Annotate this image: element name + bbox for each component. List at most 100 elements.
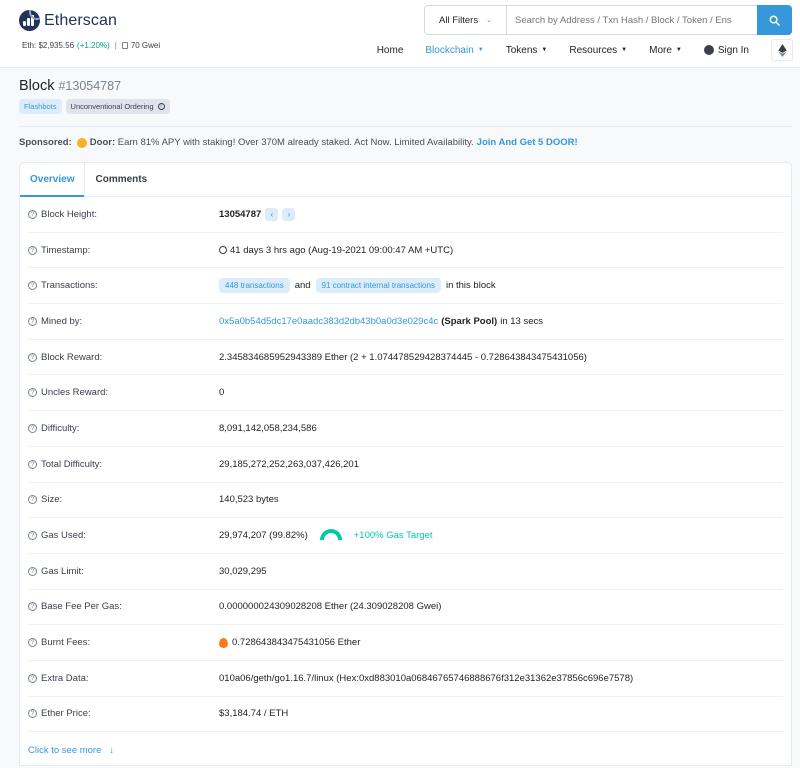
brand-name: Etherscan [44, 11, 117, 29]
tag-unconventional-ordering[interactable]: Unconventional Ordering i [65, 99, 170, 114]
user-circle-icon [703, 45, 714, 55]
row-ether-price: ? Ether Price: $3,184.74 / ETH [28, 697, 783, 733]
search-icon [769, 15, 780, 26]
fire-icon [219, 637, 228, 648]
row-uncles-reward: ? Uncles Reward: 0 [28, 375, 783, 412]
nav-tokens[interactable]: Tokens ▼ [506, 45, 548, 56]
overview-rows: ? Block Height: 13054787 ‹ › ? Timestamp: … [20, 197, 791, 768]
etherscan-logo-icon [19, 10, 40, 31]
info-icon: i [157, 103, 165, 110]
sponsored-text: Earn 81% APY with staking! Over 370M alr… [117, 137, 474, 148]
block-reward-value: 2.345834685952943389 Ether (2 + 1.074478… [219, 351, 587, 363]
row-total-difficulty: ? Total Difficulty: 29,185,272,252,263,03… [28, 447, 783, 483]
chevron-down-icon: ▼ [477, 47, 484, 53]
help-icon[interactable]: ? [28, 459, 37, 469]
size-value: 140,523 bytes [219, 494, 279, 506]
block-tags: Flashbots Unconventional Ordering i [19, 99, 174, 114]
chevron-right-icon: › [287, 209, 291, 219]
help-icon[interactable]: ? [28, 388, 37, 398]
block-number: #13054787 [58, 79, 122, 93]
help-icon[interactable]: ? [28, 531, 37, 541]
search-input[interactable] [507, 6, 757, 34]
nav-home[interactable]: Home [377, 45, 404, 56]
help-icon[interactable]: ? [28, 495, 37, 505]
burnt-fees-value: 0.728643843475431056 Ether [232, 637, 361, 649]
help-icon[interactable]: ? [28, 566, 37, 576]
chevron-down-icon: ▼ [541, 47, 548, 53]
site-header: Etherscan Eth: $2,935.56 (+1.20%) | 70 G… [0, 0, 800, 68]
block-height-value: 13054787 [219, 208, 262, 220]
sponsored-banner: Sponsored: Door: Earn 81% APY with staki… [19, 137, 578, 148]
help-icon[interactable]: ? [28, 352, 37, 362]
row-transactions: ? Transactions: 448 transactions and 91 c… [28, 268, 783, 305]
next-block-button[interactable]: › [282, 207, 296, 221]
miner-address-link[interactable]: 0x5a0b54d5dc17e0aadc383d2db43b0a0d3e029c… [219, 316, 438, 327]
row-size: ? Size: 140,523 bytes [28, 483, 783, 519]
clock-icon [219, 246, 227, 255]
help-icon[interactable]: ? [28, 316, 37, 326]
tab-bar: Overview Comments [20, 163, 791, 197]
help-icon[interactable]: ? [28, 673, 37, 683]
uncles-reward-value: 0 [219, 387, 225, 399]
row-difficulty: ? Difficulty: 8,091,142,058,234,586 [28, 411, 783, 447]
gas-target-value: +100% Gas Target [353, 530, 433, 542]
eth-price-change: (+1.20%) [77, 41, 110, 50]
search-bar: All Filters ⌄ [424, 5, 792, 35]
internal-transactions-link[interactable]: 91 contract internal transactions [315, 278, 441, 294]
divider [19, 126, 792, 127]
help-icon[interactable]: ? [28, 602, 37, 612]
row-gas-used: ? Gas Used: 29,974,207 (99.82%) +100% Gas… [28, 518, 783, 554]
difficulty-value: 8,091,142,058,234,586 [219, 422, 317, 434]
gas-limit-value: 30,029,295 [219, 565, 267, 577]
chevron-down-icon: ⌄ [486, 17, 492, 24]
help-icon[interactable]: ? [28, 423, 37, 433]
eth-price-bar: Eth: $2,935.56 (+1.20%) | 70 Gwei [22, 41, 160, 50]
block-details-card: Overview Comments ? Block Height: 1305478… [19, 162, 792, 766]
search-button[interactable] [757, 5, 792, 35]
page-title-area: Block #13054787 Flashbots Unconventional … [19, 78, 174, 114]
help-icon[interactable]: ? [28, 281, 37, 291]
total-difficulty-value: 29,185,272,252,263,037,426,201 [219, 458, 359, 470]
row-base-fee: ? Base Fee Per Gas: 0.000000024309028208 … [28, 590, 783, 626]
row-burnt-fees: ? Burnt Fees: 0.728643843475431056 Ether [28, 625, 783, 661]
sponsored-cta-link[interactable]: Join And Get 5 DOOR! [477, 137, 578, 148]
search-filter-dropdown[interactable]: All Filters ⌄ [425, 6, 507, 34]
door-logo-icon [76, 137, 87, 148]
nav-more[interactable]: More ▼ [649, 45, 682, 56]
gas-used-value: 29,974,207 (99.82%) [219, 530, 308, 542]
chevron-down-icon: ▼ [675, 47, 682, 53]
help-icon[interactable]: ? [28, 638, 37, 648]
gas-gauge-icon [319, 529, 342, 541]
row-block-reward: ? Block Reward: 2.345834685952943389 Ethe… [28, 340, 783, 376]
nav-resources[interactable]: Resources ▼ [569, 45, 627, 56]
row-timestamp: ? Timestamp: 41 days 3 hrs ago (Aug-19-20… [28, 233, 783, 269]
main-nav: Home Blockchain ▼ Tokens ▼ Resources ▼ M… [377, 38, 800, 62]
base-fee-value: 0.000000024309028208 Ether (24.309028208… [219, 601, 442, 613]
extra-data-value: 010a06/geth/go1.16.7/linux (Hex:0xd88301… [219, 672, 634, 684]
tab-overview[interactable]: Overview [20, 163, 86, 197]
eth-price: Eth: $2,935.56 [22, 41, 75, 50]
row-block-height: ? Block Height: 13054787 ‹ › [28, 197, 783, 233]
transactions-link[interactable]: 448 transactions [219, 278, 290, 294]
price-separator: | [114, 41, 117, 50]
miner-name: (Spark Pool) [441, 315, 498, 327]
nav-blockchain[interactable]: Blockchain ▼ [425, 45, 483, 56]
network-switch-button[interactable] [771, 39, 793, 61]
gas-price[interactable]: 70 Gwei [131, 41, 160, 50]
help-icon[interactable]: ? [28, 245, 37, 255]
page-title: Block #13054787 [19, 78, 122, 94]
prev-block-button[interactable]: ‹ [265, 207, 279, 221]
tab-comments[interactable]: Comments [85, 163, 157, 196]
help-icon[interactable]: ? [28, 209, 37, 219]
ether-price-value: $3,184.74 / ETH [219, 708, 289, 720]
gas-pump-icon [121, 42, 128, 49]
row-mined-by: ? Mined by: 0x5a0b54d5dc17e0aadc383d2db43… [28, 304, 783, 340]
etherscan-logo[interactable]: Etherscan [19, 10, 117, 31]
ethereum-icon [777, 43, 787, 57]
row-extra-data: ? Extra Data: 010a06/geth/go1.16.7/linux … [28, 661, 783, 697]
help-icon[interactable]: ? [28, 709, 37, 719]
tag-flashbots[interactable]: Flashbots [19, 99, 62, 114]
sponsored-label: Sponsored: [19, 137, 72, 148]
see-more-link[interactable]: Click to see more ↓ [28, 732, 783, 768]
nav-sign-in[interactable]: Sign In [703, 45, 749, 56]
